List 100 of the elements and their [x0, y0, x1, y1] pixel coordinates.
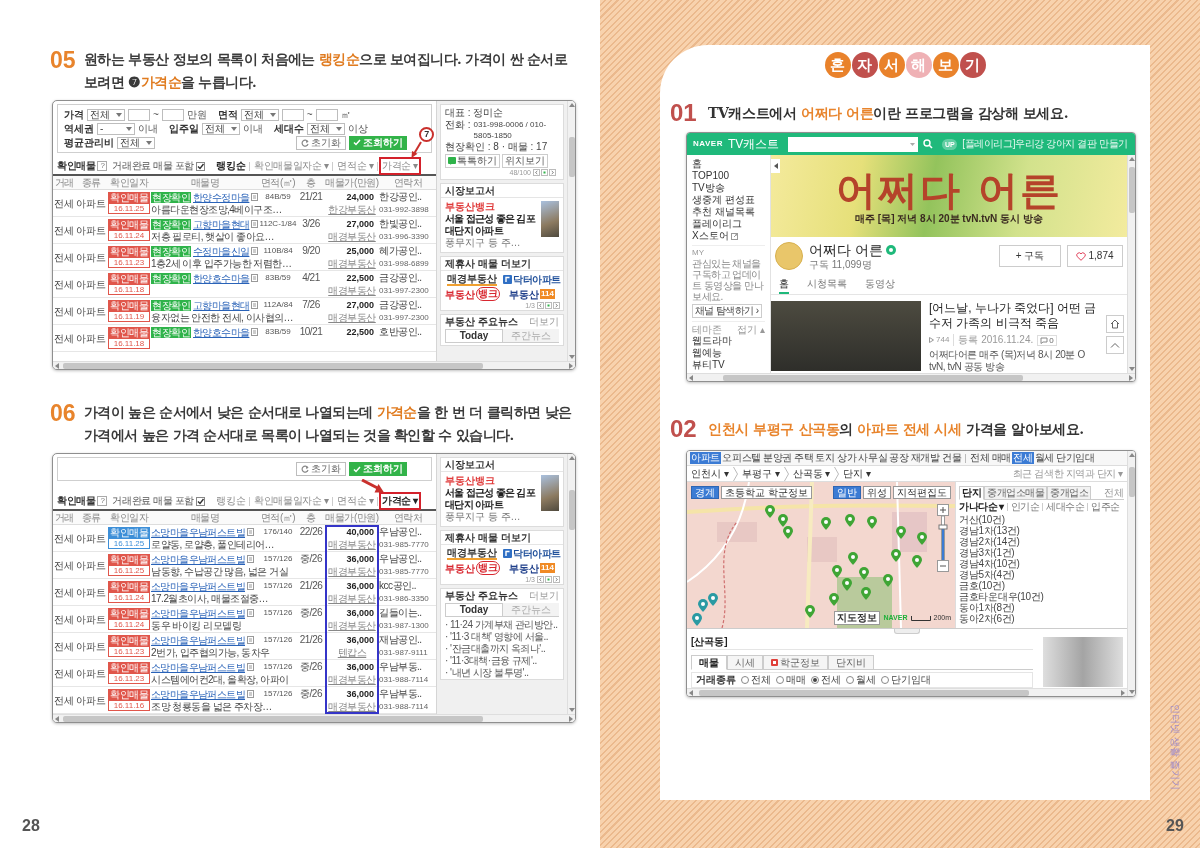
tab[interactable]: 중개업소매물 — [984, 486, 1047, 500]
scrollbar-thumb[interactable] — [63, 362, 483, 369]
subscribe-button[interactable]: + 구독 — [999, 245, 1061, 267]
radio-button[interactable] — [881, 676, 889, 684]
news-item[interactable]: · '11·3 대책' 영향에 서울.. — [441, 631, 563, 643]
breadcrumb-item[interactable]: 산곡동 ▾ — [792, 467, 831, 480]
map-pin-icon[interactable] — [764, 505, 775, 519]
map-overlay-button[interactable]: 경계 — [691, 486, 719, 499]
radio-button[interactable] — [741, 676, 749, 684]
scroll-up-icon[interactable] — [568, 455, 575, 460]
scroll-left-icon[interactable] — [688, 374, 693, 381]
agency-link[interactable]: 매경부동산 — [325, 230, 379, 243]
vertical-scrollbar[interactable] — [567, 101, 575, 361]
tab[interactable]: 월세 — [1033, 452, 1055, 464]
tab[interactable]: 시청목록 — [807, 276, 847, 294]
list-item[interactable]: 경남3차(1건) — [959, 547, 1124, 558]
dropdown[interactable]: 전체 — [307, 122, 345, 135]
sort-option[interactable]: 인기순 — [1010, 501, 1040, 513]
scrollbar-thumb[interactable] — [63, 715, 483, 722]
map-pin-icon[interactable] — [708, 592, 719, 606]
listing-link[interactable]: 한양수정마을 — [193, 191, 250, 203]
agency-link[interactable]: 텐캅스 — [325, 646, 379, 659]
zoom-control[interactable] — [937, 504, 949, 572]
tab[interactable]: 상가 — [835, 452, 858, 464]
list-item[interactable]: 거산(10건) — [959, 514, 1124, 525]
map-pin-icon[interactable] — [831, 565, 842, 579]
search-field[interactable] — [788, 136, 919, 152]
map-type-button[interactable]: 일반 — [833, 486, 861, 499]
tab[interactable]: 학군정보 — [763, 655, 828, 670]
sort-option[interactable]: 확인매물일자순 ▾ — [254, 160, 329, 172]
map-pin-icon[interactable] — [829, 592, 840, 606]
horizontal-scrollbar[interactable] — [53, 361, 575, 369]
scrollbar-thumb[interactable] — [1128, 167, 1135, 213]
listing-link[interactable]: 소망마을우남퍼스트빌 — [151, 526, 245, 538]
scrollbar-thumb[interactable] — [1128, 467, 1135, 497]
map-pin-icon[interactable] — [896, 525, 907, 539]
search-icon[interactable] — [923, 139, 934, 149]
vertical-scrollbar[interactable] — [1127, 451, 1135, 696]
agent-button[interactable]: 위치보기 — [502, 154, 548, 168]
scroll-left-icon[interactable] — [688, 689, 693, 696]
dropdown[interactable]: - — [97, 122, 135, 135]
news-item[interactable]: · '내년 시장 불투명'.. — [441, 667, 563, 679]
tab[interactable]: Today — [445, 329, 503, 343]
resize-handle[interactable] — [894, 629, 920, 634]
menu-item[interactable]: TOP100 — [692, 170, 765, 182]
map-pin-icon[interactable] — [783, 525, 794, 539]
dropdown[interactable]: 전체 — [240, 108, 279, 121]
sort-option[interactable]: 세대수순 — [1046, 501, 1085, 513]
listing-link[interactable]: 소망마을우남퍼스트빌 — [151, 634, 245, 646]
map-pin-icon[interactable] — [697, 598, 708, 612]
menu-item[interactable]: 추천 채널목록 — [692, 206, 765, 218]
radio-button[interactable] — [811, 676, 819, 684]
listing-link[interactable]: 소망마을우남퍼스트빌 — [151, 580, 245, 592]
agency-link[interactable]: 매경부동산 — [325, 673, 379, 686]
menu-item[interactable]: 생중계 편성표 — [692, 194, 765, 206]
scrollbar-thumb[interactable] — [568, 137, 575, 177]
scroll-right-icon[interactable] — [569, 715, 574, 722]
tab[interactable]: 단지 — [959, 486, 984, 500]
horizontal-scrollbar[interactable] — [687, 688, 1127, 696]
tab[interactable]: 홈 — [779, 276, 789, 294]
sort-option[interactable]: 가격순 ▾ — [382, 160, 418, 172]
scroll-up-icon[interactable] — [1128, 452, 1135, 457]
help-button[interactable]: ? — [97, 496, 108, 506]
tab[interactable]: 매물 — [691, 655, 727, 670]
map-pin-icon[interactable] — [692, 613, 703, 627]
tab[interactable]: 전체 — [969, 452, 991, 464]
tab[interactable]: 오피스텔 — [721, 452, 762, 464]
list-item[interactable]: 동아1차(8건) — [959, 602, 1124, 613]
listing-link[interactable]: 한양호수마을 — [193, 272, 250, 284]
dropdown[interactable]: 전체 — [202, 122, 240, 135]
map-pin-icon[interactable] — [917, 531, 928, 545]
chevron-left-icon[interactable] — [533, 169, 540, 176]
agency-link[interactable]: 한강부동산 — [325, 203, 379, 216]
chevron-right-icon[interactable] — [549, 169, 556, 176]
like-button[interactable]: 1,874 — [1067, 245, 1123, 267]
reset-button[interactable]: 초기화 — [296, 462, 346, 476]
tab[interactable]: 아파트 — [690, 452, 722, 464]
sort-option[interactable]: 면적순 ▾ — [337, 160, 374, 172]
agent-button[interactable]: 톡톡하기 — [445, 154, 500, 168]
scrollbar-thumb[interactable] — [699, 689, 1029, 696]
tab[interactable]: 토지 — [814, 452, 836, 464]
agency-link[interactable]: 매경부동산 — [325, 538, 379, 551]
sort-option[interactable]: 면적순 ▾ — [337, 495, 374, 507]
map-type-button[interactable]: 지적편집도 — [893, 486, 951, 499]
map-pin-icon[interactable] — [847, 552, 858, 566]
list-item[interactable]: 금호타운대우(10건) — [959, 591, 1124, 602]
tab[interactable]: Today — [445, 603, 503, 617]
chevron-right-icon[interactable] — [553, 302, 560, 309]
input-field[interactable] — [128, 108, 150, 121]
list-item[interactable]: 금호(10건) — [959, 580, 1124, 591]
listing-link[interactable]: 소망마을우남퍼스트빌 — [151, 661, 245, 673]
tab[interactable]: 주택 — [793, 452, 815, 464]
tab[interactable]: 분양권 — [761, 452, 794, 464]
home-button[interactable] — [1106, 315, 1124, 333]
scroll-down-icon[interactable] — [1128, 690, 1135, 695]
map-overlay-button[interactable]: 초등학교 학군정보 — [721, 486, 812, 499]
menu-item[interactable]: 뷰티TV — [692, 359, 765, 371]
scroll-up-icon[interactable] — [568, 102, 575, 107]
input-field[interactable] — [315, 108, 338, 121]
listing-link[interactable]: 수정마을신일 — [193, 245, 250, 257]
